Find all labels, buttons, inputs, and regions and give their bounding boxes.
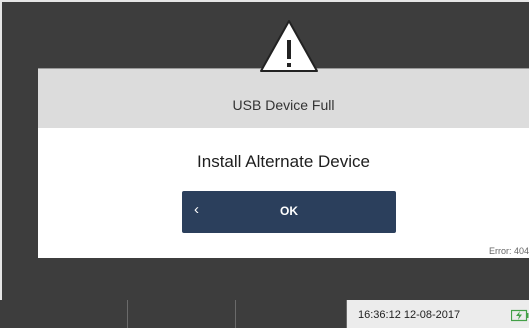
ok-button[interactable]: ‹ OK: [182, 191, 396, 233]
battery-charging-icon: [511, 309, 529, 322]
top-border: [0, 0, 529, 2]
status-panel: 16:36:12 12-08-2017: [347, 300, 529, 328]
softkey-3[interactable]: [236, 300, 347, 328]
warning-triangle-icon: [260, 20, 318, 72]
softkey-1[interactable]: [0, 300, 128, 328]
left-border: [0, 0, 2, 328]
dialog-title: USB Device Full: [232, 97, 335, 113]
dialog-message: Install Alternate Device: [197, 152, 370, 171]
softkey-2[interactable]: [128, 300, 236, 328]
dialog-body: Install Alternate Device ‹ OK Error: 404: [38, 128, 529, 258]
error-code: Error: 404: [488, 246, 529, 256]
dialog-header: USB Device Full: [38, 68, 529, 129]
ok-button-label: OK: [280, 204, 298, 218]
status-datetime: 16:36:12 12-08-2017: [358, 309, 461, 321]
